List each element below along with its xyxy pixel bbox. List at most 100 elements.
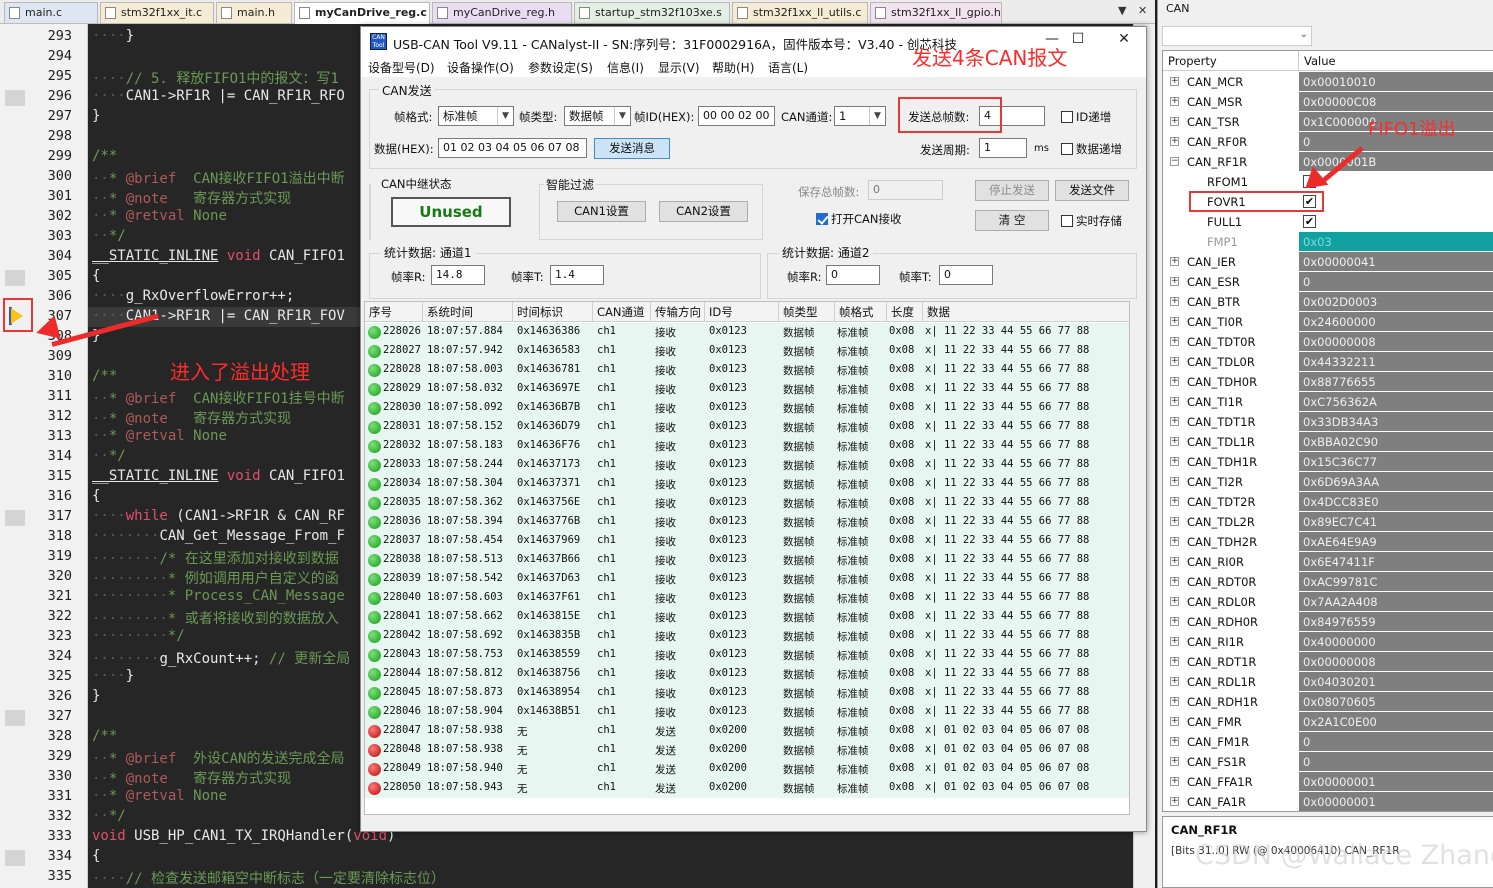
expand-icon[interactable]: + (1170, 117, 1179, 126)
clear-button[interactable]: 清 空 (975, 210, 1049, 231)
menu-item-6[interactable]: 语言(L) (768, 59, 808, 76)
register-row[interactable]: + CAN_TDL2R 0x89EC7C41 (1163, 512, 1493, 532)
register-row[interactable]: + CAN_FMR 0x2A1C0E00 (1163, 712, 1493, 732)
column-header-6[interactable]: 帧类型 (779, 302, 835, 322)
column-header-5[interactable]: ID号 (705, 302, 779, 322)
tab-mycandrive-reg-h[interactable]: myCanDrive_reg.h (432, 2, 572, 23)
expand-icon[interactable]: + (1170, 397, 1179, 406)
register-value[interactable]: 0xC756362A (1299, 392, 1493, 412)
register-value[interactable]: 0x15C36C77 (1299, 452, 1493, 472)
expand-icon[interactable]: + (1170, 137, 1179, 146)
data-increment-checkbox[interactable]: 数据递增 (1061, 141, 1122, 157)
breakpoint-slot[interactable] (5, 90, 25, 106)
expand-icon[interactable]: + (1170, 317, 1179, 326)
close-window-button[interactable]: ✕ (1111, 31, 1137, 53)
register-value[interactable]: 0xAC99781C (1299, 572, 1493, 592)
table-row[interactable]: 228046 18:07:58.904 0x14638B51 ch1 接收 0x0123 数… (365, 703, 1129, 722)
menu-item-1[interactable]: 设备操作(O) (447, 59, 514, 76)
register-row[interactable]: + CAN_RDT1R 0x00000008 (1163, 652, 1493, 672)
expand-icon[interactable]: + (1170, 557, 1179, 566)
column-header-8[interactable]: 长度 (887, 302, 923, 322)
table-row[interactable]: 228037 18:07:58.454 0x14637969 ch1 接收 0x0123 数… (365, 532, 1129, 551)
expand-icon[interactable]: + (1170, 757, 1179, 766)
expand-icon[interactable]: + (1170, 457, 1179, 466)
register-value[interactable]: 0xAE64E9A9 (1299, 532, 1493, 552)
tab-mycandrive-reg-c[interactable]: myCanDrive_reg.c (294, 2, 430, 24)
table-row[interactable]: 228034 18:07:58.304 0x14637371 ch1 接收 0x0123 数… (365, 475, 1129, 494)
expand-icon[interactable]: + (1170, 477, 1179, 486)
register-value[interactable]: 0x00000041 (1299, 252, 1493, 272)
register-row[interactable]: + CAN_BTR 0x002D0003 (1163, 292, 1493, 312)
column-header-2[interactable]: 时间标识 (513, 302, 593, 322)
table-row[interactable]: 228045 18:07:58.873 0x14638954 ch1 接收 0x0123 数… (365, 684, 1129, 703)
expand-icon[interactable]: + (1170, 737, 1179, 746)
menu-item-2[interactable]: 参数设定(S) (528, 59, 593, 76)
register-row[interactable]: + CAN_MSR 0x00000C08 (1163, 92, 1493, 112)
can2-setup-button[interactable]: CAN2设置 (659, 201, 748, 222)
table-row[interactable]: 228049 18:07:58.940 无 ch1 发送 0x0200 数据帧 标准帧 0x08… (365, 760, 1129, 779)
register-value[interactable]: 0x4DCC83E0 (1299, 492, 1493, 512)
register-value[interactable]: 0x08070605 (1299, 692, 1493, 712)
expand-icon[interactable]: + (1170, 797, 1179, 806)
register-row[interactable]: + CAN_TDH0R 0x88776655 (1163, 372, 1493, 392)
expand-icon[interactable]: + (1170, 377, 1179, 386)
bit-value[interactable]: ✔ (1299, 212, 1493, 232)
send-file-button[interactable]: 发送文件 (1055, 180, 1129, 201)
register-value[interactable]: 0x89EC7C41 (1299, 512, 1493, 532)
expand-icon[interactable]: + (1170, 97, 1179, 106)
expand-icon[interactable]: + (1170, 597, 1179, 606)
breakpoint-slot[interactable] (5, 510, 25, 526)
maximize-button[interactable]: ☐ (1065, 31, 1091, 53)
data-hex-input[interactable]: 01 02 03 04 05 06 07 08 (438, 138, 587, 158)
column-header-9[interactable]: 数据 (923, 302, 1129, 322)
column-header-7[interactable]: 帧格式 (835, 302, 887, 322)
register-value[interactable]: 0 (1299, 752, 1493, 772)
expand-icon[interactable]: + (1170, 497, 1179, 506)
expand-icon[interactable]: + (1170, 297, 1179, 306)
register-row[interactable]: + CAN_ESR 0 (1163, 272, 1493, 292)
register-value[interactable]: 0x00000C08 (1299, 92, 1493, 112)
register-value[interactable]: 0x00010010 (1299, 72, 1493, 92)
register-value[interactable]: 0x00000008 (1299, 332, 1493, 352)
register-row[interactable]: FULL1 ✔ (1163, 212, 1493, 232)
expand-icon[interactable]: + (1170, 637, 1179, 646)
register-value[interactable]: 0x6D69A3AA (1299, 472, 1493, 492)
table-row[interactable]: 228038 18:07:58.513 0x14637B66 ch1 接收 0x0123 数… (365, 551, 1129, 570)
collapse-icon[interactable]: − (1170, 157, 1179, 166)
expand-icon[interactable]: + (1170, 717, 1179, 726)
table-row[interactable]: 228041 18:07:58.662 0x1463815E ch1 接收 0x0123 数… (365, 608, 1129, 627)
register-row[interactable]: + CAN_IER 0x00000041 (1163, 252, 1493, 272)
table-row[interactable]: 228031 18:07:58.152 0x14636D79 ch1 接收 0x0123 数… (365, 418, 1129, 437)
register-row[interactable]: FMP1 0x03 (1163, 232, 1493, 252)
table-row[interactable]: 228028 18:07:58.003 0x14636781 ch1 接收 0x0123 数… (365, 361, 1129, 380)
menu-item-5[interactable]: 帮助(H) (712, 59, 754, 76)
register-row[interactable]: + CAN_TDT1R 0x33DB34A3 (1163, 412, 1493, 432)
register-value[interactable]: 0x00000008 (1299, 652, 1493, 672)
register-row[interactable]: + CAN_RDL0R 0x7AA2A408 (1163, 592, 1493, 612)
expand-icon[interactable]: + (1170, 657, 1179, 666)
register-row[interactable]: + CAN_FS1R 0 (1163, 752, 1493, 772)
register-row[interactable]: + CAN_TI2R 0x6D69A3AA (1163, 472, 1493, 492)
table-row[interactable]: 228039 18:07:58.542 0x14637D63 ch1 接收 0x0123 数… (365, 570, 1129, 589)
can1-setup-button[interactable]: CAN1设置 (557, 201, 646, 222)
register-row[interactable]: + CAN_RDT0R 0xAC99781C (1163, 572, 1493, 592)
tab-stm32f1xx-ll-utils-c[interactable]: stm32f1xx_ll_utils.c (732, 2, 868, 23)
register-value[interactable]: 0x6E47411F (1299, 552, 1493, 572)
register-row[interactable]: + CAN_RDL1R 0x04030201 (1163, 672, 1493, 692)
register-row[interactable]: + CAN_RDH0R 0x84976559 (1163, 612, 1493, 632)
breakpoint-slot[interactable] (5, 710, 25, 726)
stop-send-button[interactable]: 停止发送 (975, 180, 1049, 201)
expand-icon[interactable]: + (1170, 577, 1179, 586)
register-row[interactable]: −CAN_RF1R 0x0000001B (1163, 152, 1493, 172)
expand-icon[interactable]: + (1170, 617, 1179, 626)
id-increment-checkbox[interactable]: ID递增 (1061, 109, 1111, 125)
table-row[interactable]: 228035 18:07:58.362 0x1463756E ch1 接收 0x0123 数… (365, 494, 1129, 513)
expand-icon[interactable]: + (1170, 357, 1179, 366)
expand-icon[interactable]: + (1170, 337, 1179, 346)
table-row[interactable]: 228050 18:07:58.943 无 ch1 发送 0x0200 数据帧 标准帧 0x08… (365, 779, 1129, 798)
register-row[interactable]: + CAN_FFA1R 0x00000001 (1163, 772, 1493, 792)
breakpoint-slot[interactable] (5, 270, 25, 286)
register-value[interactable]: 0x84976559 (1299, 612, 1493, 632)
tab-stm32f1xx-ll-gpio-h[interactable]: stm32f1xx_ll_gpio.h (870, 2, 1002, 23)
register-row[interactable]: + CAN_TDT0R 0x00000008 (1163, 332, 1493, 352)
